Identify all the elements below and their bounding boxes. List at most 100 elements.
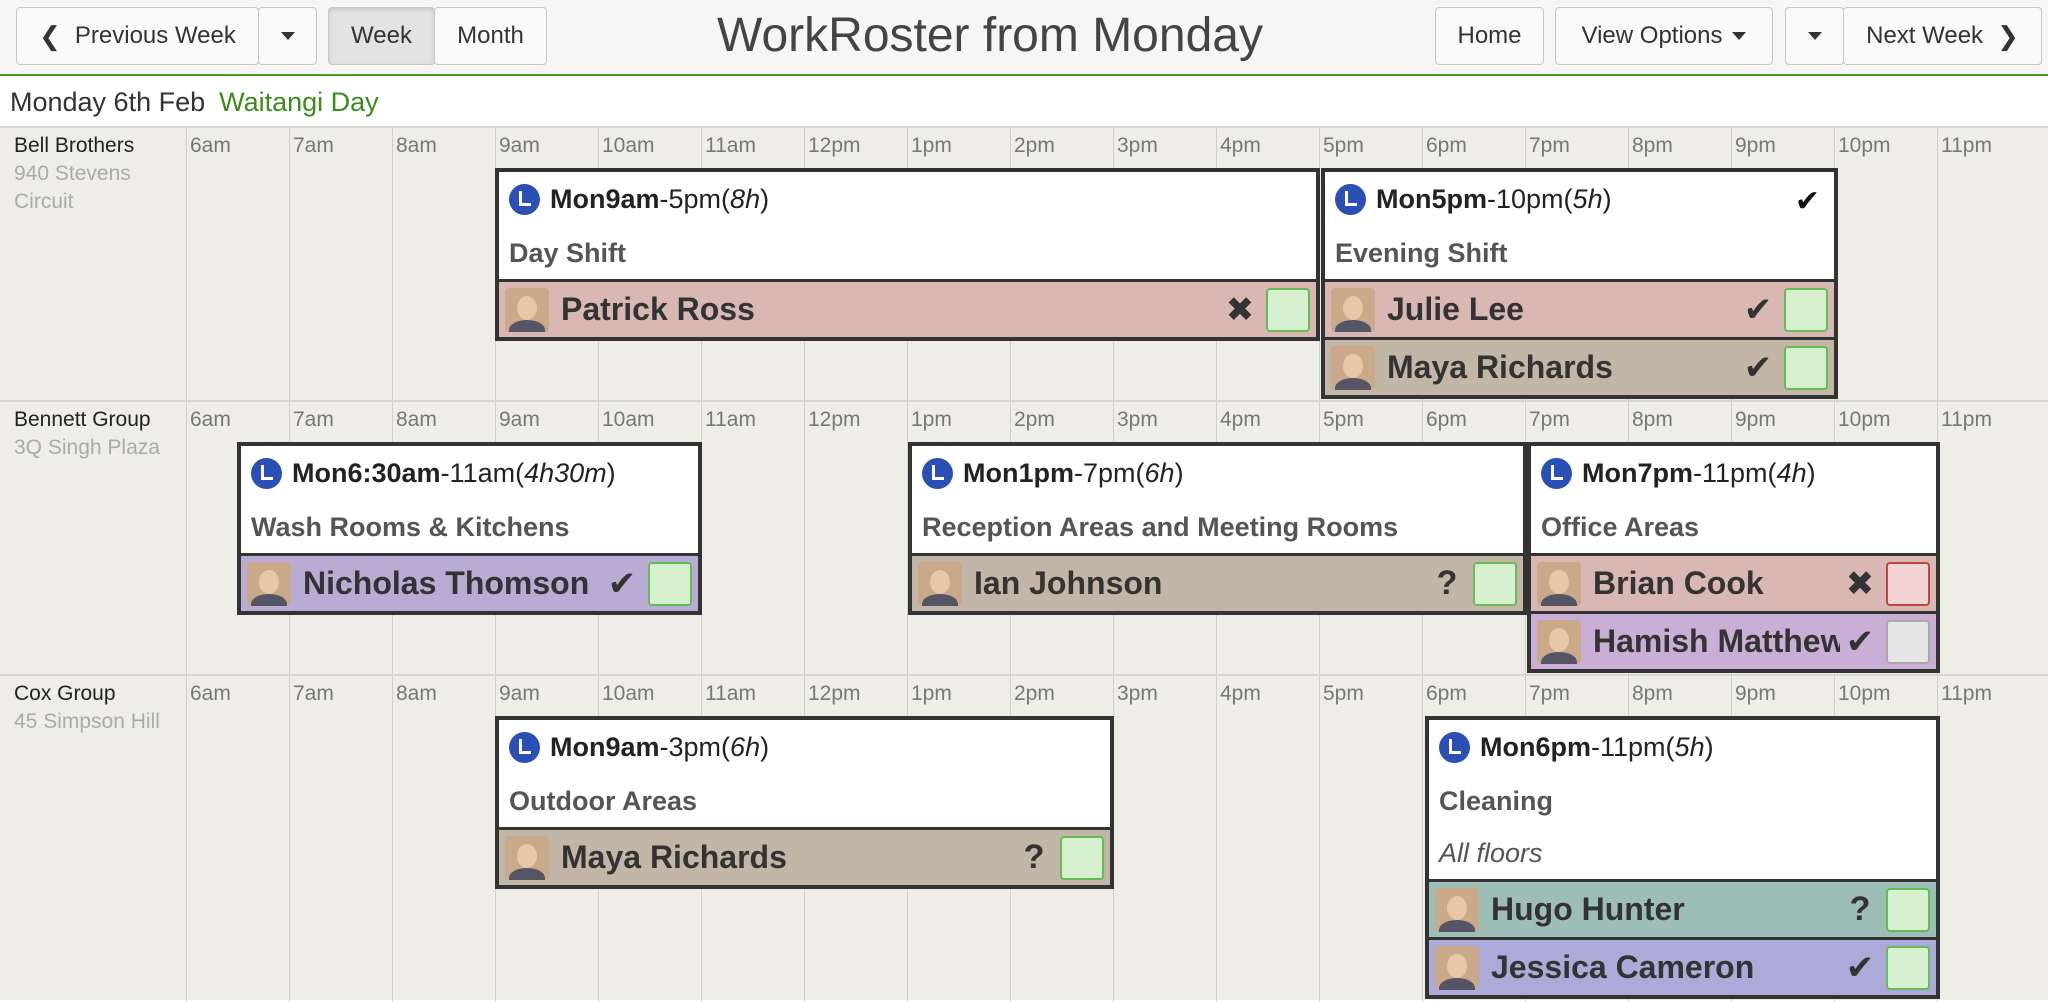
hour-label: 8am xyxy=(396,408,437,431)
shift-end: -7pm xyxy=(1074,458,1136,488)
location-info: Bell Brothers 940 Stevens Circuit xyxy=(14,132,184,216)
staff-assignment[interactable]: Ian Johnson? xyxy=(912,553,1523,611)
staff-name[interactable]: Maya Richards xyxy=(1387,349,1738,386)
hour-label: 8pm xyxy=(1632,408,1673,431)
checkmark-icon: ✔ xyxy=(607,564,637,603)
shift-day: Mon xyxy=(1376,184,1432,214)
view-options-label: View Options xyxy=(1581,22,1723,49)
hour-label: 10pm xyxy=(1838,682,1891,705)
hour-gridline xyxy=(392,676,393,1002)
staff-name[interactable]: Julie Lee xyxy=(1387,291,1738,328)
previous-week-dropdown-button[interactable] xyxy=(258,7,317,65)
shift-header: Mon 1pm -7pm (6h) xyxy=(912,446,1523,501)
attendance-checkbox[interactable] xyxy=(1886,887,1930,932)
hour-label: 1pm xyxy=(911,682,952,705)
attendance-checkbox[interactable] xyxy=(1784,345,1828,390)
shift-end: -5pm xyxy=(659,184,722,214)
attendance-checkbox[interactable] xyxy=(1886,561,1930,606)
staff-name[interactable]: Hugo Hunter xyxy=(1491,891,1840,928)
staff-name[interactable]: Brian Cook xyxy=(1593,565,1840,602)
shift-card[interactable]: Mon 1pm -7pm (6h) Reception Areas and Meet… xyxy=(908,442,1527,615)
staff-assignment[interactable]: Hamish Matthews ✔ xyxy=(1531,611,1936,669)
shift-card[interactable]: Mon 7pm -11pm (4h) Office Areas Brian Cook ✖… xyxy=(1527,442,1940,673)
staff-assignment[interactable]: Julie Lee ✔ xyxy=(1325,279,1834,337)
staff-name[interactable]: Hamish Matthews xyxy=(1593,623,1840,660)
avatar xyxy=(1435,945,1479,990)
attendance-checkbox[interactable] xyxy=(1266,287,1310,332)
hour-label: 6pm xyxy=(1426,408,1467,431)
location-info: Bennett Group 3Q Singh Plaza xyxy=(14,406,184,462)
hour-gridline xyxy=(1422,676,1423,1002)
previous-week-button[interactable]: ❮ Previous Week xyxy=(16,7,259,65)
next-week-dropdown-button[interactable] xyxy=(1785,7,1844,65)
shift-start: 1pm xyxy=(1018,458,1075,488)
attendance-checkbox[interactable] xyxy=(648,561,692,606)
home-button[interactable]: Home xyxy=(1435,7,1544,65)
shift-card[interactable]: Mon 6:30am -11am (4h30m) Wash Rooms & Kitc… xyxy=(237,442,702,615)
hour-label: 11pm xyxy=(1941,134,1992,157)
shift-card[interactable]: Mon 9am -5pm (8h) Day Shift Patrick Ross ✖ xyxy=(495,168,1320,341)
avatar xyxy=(505,835,549,880)
hour-gridline xyxy=(186,676,187,1002)
shift-day: Mon xyxy=(963,458,1019,488)
checkmark-icon: ✔ xyxy=(1845,622,1875,661)
staff-assignment[interactable]: Patrick Ross ✖ xyxy=(499,279,1316,337)
holiday-label[interactable]: Waitangi Day xyxy=(219,87,379,117)
location-name[interactable]: Cox Group xyxy=(14,680,184,708)
shift-card[interactable]: Mon 5pm -10pm (5h) ✔ Evening Shift Julie Lee… xyxy=(1321,168,1838,399)
shift-card[interactable]: Mon 6pm -11pm (5h) Cleaning All floors Hugo … xyxy=(1425,716,1940,999)
shift-card[interactable]: Mon 9am -3pm (6h) Outdoor Areas Maya Richar… xyxy=(495,716,1114,889)
hour-label: 3pm xyxy=(1117,682,1158,705)
page-title: WorkRoster from Monday xyxy=(717,9,1263,62)
week-view-button[interactable]: Week xyxy=(328,7,435,65)
hour-gridline xyxy=(1937,128,1938,402)
shift-end: -11pm xyxy=(1693,458,1768,488)
staff-assignment[interactable]: Jessica Cameron ✔ xyxy=(1429,937,1936,995)
shift-duration: 4h xyxy=(1776,458,1807,488)
shift-duration: 8h xyxy=(730,184,761,214)
attendance-checkbox[interactable] xyxy=(1886,945,1930,990)
clock-icon xyxy=(509,184,540,215)
staff-name[interactable]: Ian Johnson xyxy=(974,565,1427,602)
checkmark-icon: ✔ xyxy=(1845,948,1875,987)
hour-label: 4pm xyxy=(1220,408,1261,431)
shift-header: Mon 6pm -11pm (5h) xyxy=(1429,720,1936,775)
shift-start: 6pm xyxy=(1535,732,1592,762)
location-name[interactable]: Bennett Group xyxy=(14,406,184,434)
staff-assignment[interactable]: Nicholas Thomson ✔ xyxy=(241,553,698,611)
shift-name: Outdoor Areas xyxy=(509,786,698,816)
hour-label: 4pm xyxy=(1220,134,1261,157)
hour-label: 7pm xyxy=(1529,134,1570,157)
hour-label: 2pm xyxy=(1014,682,1055,705)
shift-header: Mon 5pm -10pm (5h) ✔ xyxy=(1325,172,1834,227)
staff-name[interactable]: Maya Richards xyxy=(561,839,1014,876)
staff-name[interactable]: Patrick Ross xyxy=(561,291,1220,328)
shift-day: Mon xyxy=(292,458,348,488)
staff-assignment[interactable]: Hugo Hunter? xyxy=(1429,879,1936,937)
staff-name[interactable]: Jessica Cameron xyxy=(1491,949,1840,986)
staff-assignment[interactable]: Maya Richards? xyxy=(499,827,1110,885)
shift-duration: 4h30m xyxy=(524,458,607,488)
next-week-button[interactable]: Next Week ❯ xyxy=(1843,7,2042,65)
month-view-button[interactable]: Month xyxy=(434,7,547,65)
hour-gridline xyxy=(392,128,393,402)
hour-label: 12pm xyxy=(808,134,861,157)
attendance-checkbox[interactable] xyxy=(1473,561,1517,606)
view-options-button[interactable]: View Options xyxy=(1555,7,1773,65)
location-info: Cox Group 45 Simpson Hill xyxy=(14,680,184,736)
shift-start: 6:30am xyxy=(347,458,441,488)
location-name[interactable]: Bell Brothers xyxy=(14,132,184,160)
hour-gridline xyxy=(186,402,187,676)
checkmark-icon: ✔ xyxy=(1743,290,1773,329)
staff-assignment[interactable]: Brian Cook ✖ xyxy=(1531,553,1936,611)
attendance-checkbox[interactable] xyxy=(1060,835,1104,880)
hour-label: 9am xyxy=(499,134,540,157)
shift-day: Mon xyxy=(550,184,606,214)
clock-icon xyxy=(1541,458,1572,489)
attendance-checkbox[interactable] xyxy=(1784,287,1828,332)
attendance-checkbox[interactable] xyxy=(1886,619,1930,664)
staff-name[interactable]: Nicholas Thomson xyxy=(303,565,602,602)
checkmark-icon: ✔ xyxy=(1794,185,1820,218)
staff-assignment[interactable]: Maya Richards ✔ xyxy=(1325,337,1834,395)
clock-icon xyxy=(509,732,540,763)
